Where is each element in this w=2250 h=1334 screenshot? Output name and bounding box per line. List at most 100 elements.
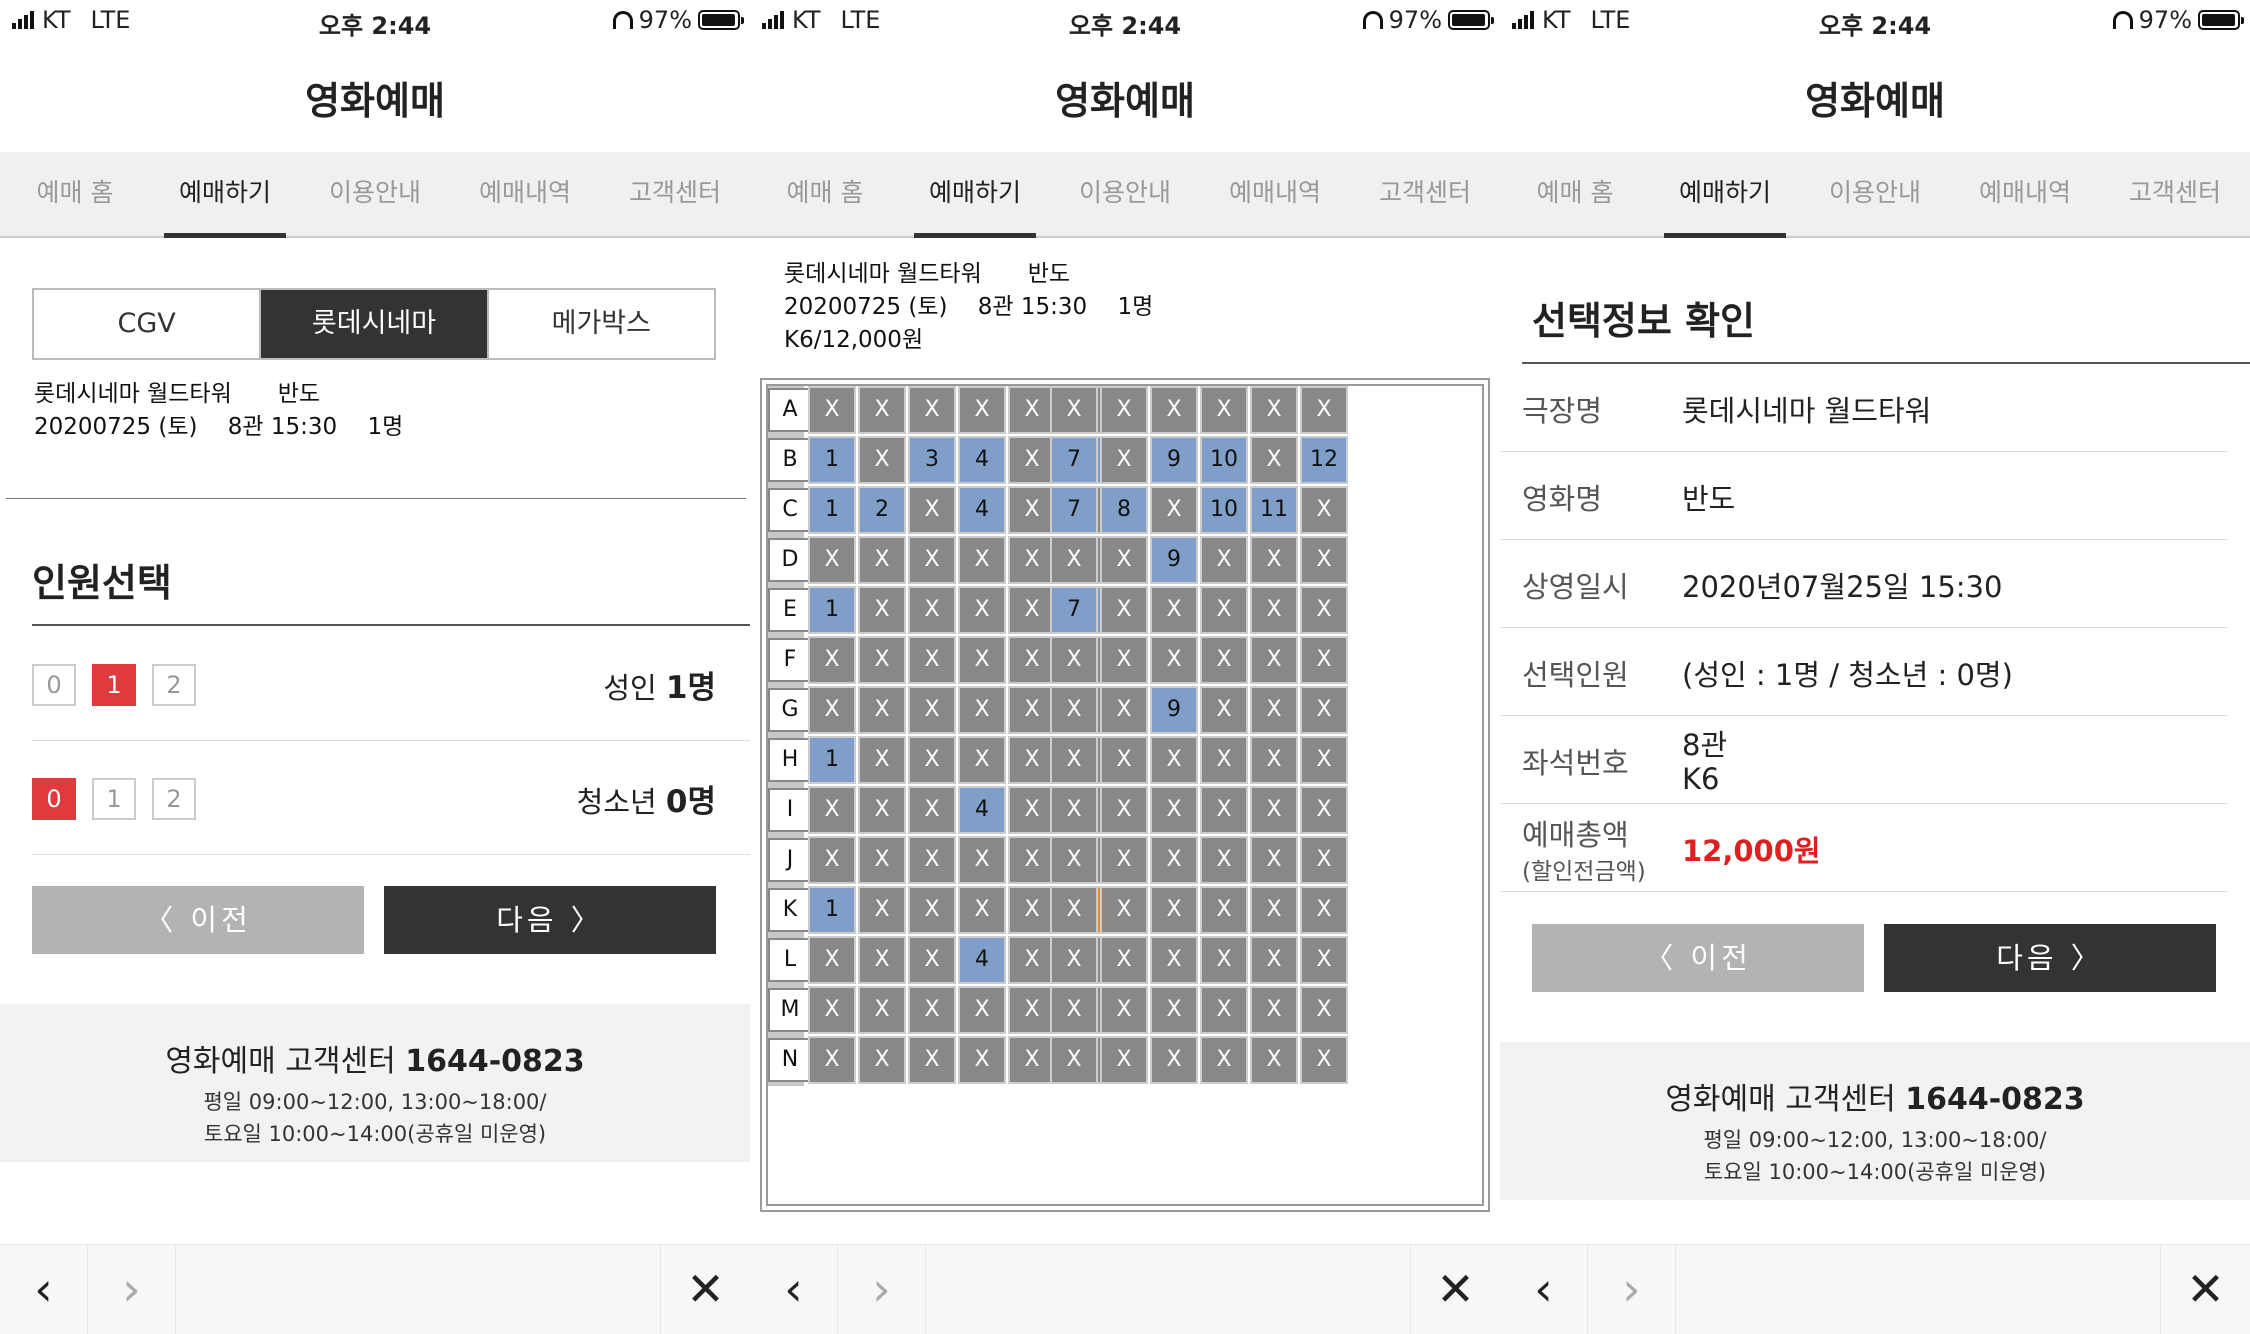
seat-d9-available[interactable]: 9 [1150, 536, 1198, 584]
seat-i8-taken: X [1100, 786, 1148, 834]
booking-summary: 롯데시네마 월드타워 반도 20200725 (토) 8관 15:30 1명 [34, 378, 403, 444]
forward-arrow-icon[interactable]: › [838, 1245, 926, 1334]
seat-e7-available[interactable]: 7 [1050, 586, 1098, 634]
seat-f7-taken: X [1050, 636, 1098, 684]
cinema-lotte[interactable]: 롯데시네마 [261, 290, 489, 358]
info-key: 영화명 [1522, 482, 1603, 516]
section-title: 인원선택 [32, 561, 172, 605]
seat-c7-available[interactable]: 7 [1050, 486, 1098, 534]
tab-history[interactable]: 예매내역 [450, 152, 600, 236]
seat-c2-available[interactable]: 2 [858, 486, 906, 534]
seat-c11-available[interactable]: 11 [1250, 486, 1298, 534]
seat-a8-taken: X [1100, 386, 1148, 434]
seat-k1-available[interactable]: 1 [808, 886, 856, 934]
tab-home[interactable]: 예매 홈 [1500, 152, 1650, 236]
seat-b10-available[interactable]: 10 [1200, 436, 1248, 484]
support-phone[interactable]: 1644-0823 [1905, 1082, 2084, 1117]
tab-booking[interactable]: 예매하기 [1650, 152, 1800, 238]
support-phone[interactable]: 1644-0823 [405, 1044, 584, 1079]
tab-home[interactable]: 예매 홈 [0, 152, 150, 236]
seat-c8-available[interactable]: 8 [1100, 486, 1148, 534]
headphones-icon [1362, 11, 1383, 29]
prev-button[interactable]: 〈 이전 [1532, 924, 1864, 992]
prev-button[interactable]: 〈 이전 [32, 886, 364, 954]
teen-option-1[interactable]: 1 [92, 778, 136, 820]
tab-guide[interactable]: 이용안내 [300, 152, 450, 236]
seat-c4-available[interactable]: 4 [958, 486, 1006, 534]
seat-l12-taken: X [1300, 936, 1348, 984]
teen-option-2[interactable]: 2 [152, 778, 196, 820]
seat-h1-available[interactable]: 1 [808, 736, 856, 784]
seat-h9-taken: X [1150, 736, 1198, 784]
seat-c1-available[interactable]: 1 [808, 486, 856, 534]
seat-i3-taken: X [908, 786, 956, 834]
adult-option-1[interactable]: 1 [92, 664, 136, 706]
seat-k9-taken: X [1150, 886, 1198, 934]
forward-arrow-icon[interactable]: › [88, 1245, 176, 1334]
next-button[interactable]: 다음 〉 [1884, 924, 2216, 992]
tab-booking[interactable]: 예매하기 [150, 152, 300, 238]
adult-option-0[interactable]: 0 [32, 664, 76, 706]
seat-a2-taken: X [858, 386, 906, 434]
tab-support[interactable]: 고객센터 [600, 152, 750, 236]
seat-b3-available[interactable]: 3 [908, 436, 956, 484]
summary-line-1: 롯데시네마 월드타워 반도 [784, 261, 1071, 287]
seat-b1-available[interactable]: 1 [808, 436, 856, 484]
back-arrow-icon[interactable]: ‹ [1500, 1245, 1588, 1334]
seat-i9-taken: X [1150, 786, 1198, 834]
seat-g9-available[interactable]: 9 [1150, 686, 1198, 734]
seat-n9-taken: X [1150, 1036, 1198, 1084]
row-label-k: K [768, 888, 812, 932]
section-title: 선택정보 확인 [1532, 299, 1755, 343]
close-icon[interactable]: ✕ [1410, 1245, 1500, 1334]
seat-j5-taken: X [1008, 836, 1056, 884]
seat-b12-available[interactable]: 12 [1300, 436, 1348, 484]
page-title: 영화예매 [1055, 79, 1195, 123]
tab-history[interactable]: 예매내역 [1950, 152, 2100, 236]
tab-guide[interactable]: 이용안내 [1800, 152, 1950, 236]
seat-g1-taken: X [808, 686, 856, 734]
tab-booking[interactable]: 예매하기 [900, 152, 1050, 238]
booking-summary: 롯데시네마 월드타워 반도 20200725 (토) 8관 15:30 1명 K… [784, 258, 1153, 357]
seat-i4-available[interactable]: 4 [958, 786, 1006, 834]
divider [32, 854, 750, 855]
divider [6, 498, 746, 499]
seat-l4-available[interactable]: 4 [958, 936, 1006, 984]
back-arrow-icon[interactable]: ‹ [0, 1245, 88, 1334]
cinema-megabox[interactable]: 메가박스 [489, 290, 714, 358]
support-hours-saturday: 토요일 10:00~14:00(공휴일 미운영) [1703, 1160, 2047, 1184]
close-icon[interactable]: ✕ [2160, 1245, 2250, 1334]
adult-option-2[interactable]: 2 [152, 664, 196, 706]
tab-guide[interactable]: 이용안내 [1050, 152, 1200, 236]
seat-k2-taken: X [858, 886, 906, 934]
summary-line-2: 20200725 (토) 8관 15:30 1명 [784, 294, 1154, 320]
headphones-icon [2112, 11, 2133, 29]
seat-b4-available[interactable]: 4 [958, 436, 1006, 484]
tab-home[interactable]: 예매 홈 [750, 152, 900, 236]
seat-h2-taken: X [858, 736, 906, 784]
row-label-i: I [768, 788, 812, 832]
seat-e1-available[interactable]: 1 [808, 586, 856, 634]
seat-m1-taken: X [808, 986, 856, 1034]
close-icon[interactable]: ✕ [660, 1245, 750, 1334]
seat-a12-taken: X [1300, 386, 1348, 434]
seat-b7-available[interactable]: 7 [1050, 436, 1098, 484]
seat-c10-available[interactable]: 10 [1200, 486, 1248, 534]
page-title: 영화예매 [1805, 79, 1945, 123]
next-button[interactable]: 다음 〉 [384, 886, 716, 954]
seat-a4-taken: X [958, 386, 1006, 434]
info-value: 2020년07월25일 15:30 [1682, 570, 2003, 604]
cinema-cgv[interactable]: CGV [34, 290, 262, 358]
forward-arrow-icon[interactable]: › [1588, 1245, 1676, 1334]
tab-support[interactable]: 고객센터 [1350, 152, 1500, 236]
tab-history[interactable]: 예매내역 [1200, 152, 1350, 236]
seat-m8-taken: X [1100, 986, 1148, 1034]
seat-i2-taken: X [858, 786, 906, 834]
tab-support[interactable]: 고객센터 [2100, 152, 2250, 236]
seat-n8-taken: X [1100, 1036, 1148, 1084]
teen-option-0[interactable]: 0 [32, 778, 76, 820]
seat-l1-taken: X [808, 936, 856, 984]
back-arrow-icon[interactable]: ‹ [750, 1245, 838, 1334]
seat-b9-available[interactable]: 9 [1150, 436, 1198, 484]
seat-f10-taken: X [1200, 636, 1248, 684]
